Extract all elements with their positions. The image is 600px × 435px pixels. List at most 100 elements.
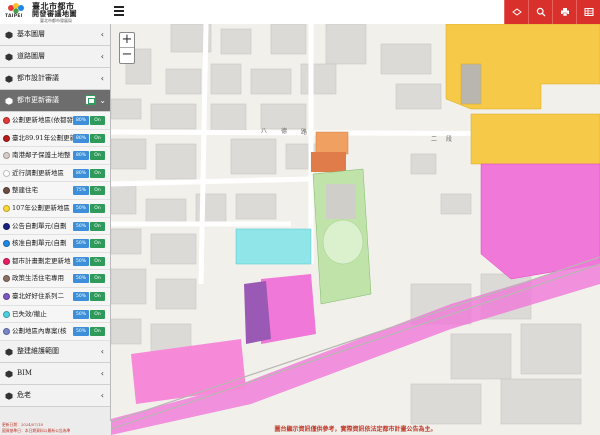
app-subtitle: 臺北市都市發展局 — [40, 18, 72, 23]
chevron-right-icon: ‹ — [100, 346, 104, 356]
layer-row[interactable]: 整建住宅 75% On — [0, 182, 110, 200]
category-label: 基本圖層 — [17, 30, 45, 38]
layer-color-swatch — [3, 275, 10, 283]
sidebar-footer: 更新日期：2024/07/18 圖資基準日：本日期資料以最新公告為準 — [0, 421, 111, 435]
layer-opacity-button[interactable]: 80% — [73, 116, 89, 125]
layer-on-toggle[interactable]: On — [90, 239, 105, 249]
layer-opacity-button[interactable]: 50% — [73, 291, 89, 301]
layer-on-toggle[interactable]: On — [90, 116, 105, 125]
layer-cube-icon — [5, 31, 13, 39]
layer-row[interactable]: 政策生活住宅專用 50% On — [0, 270, 110, 288]
layer-on-toggle[interactable]: On — [90, 309, 105, 319]
layer-opacity-button[interactable]: 80% — [73, 168, 89, 178]
app-header: TAIPEI 臺北市都市 開發審議地圖 臺北市都市發展局 — [0, 0, 600, 24]
road-label: 路 — [301, 129, 308, 136]
layer-opacity-button[interactable]: 50% — [73, 274, 89, 284]
layer-name: 已失效/撤止 — [12, 309, 47, 318]
map-canvas[interactable]: + − 八 德 路 二 段 圖台顯示資訊僅供參考，實際資訊依法定都市計畫公告為主… — [111, 24, 600, 435]
category-label: 都市設計審議 — [17, 74, 59, 82]
layer-color-swatch — [3, 292, 10, 300]
layer-color-swatch — [3, 152, 10, 160]
layer-on-toggle[interactable]: On — [90, 327, 105, 337]
layer-opacity-button[interactable]: 80% — [73, 151, 89, 161]
chevron-right-icon: ‹ — [100, 74, 104, 83]
layer-name: 政策生活住宅專用 — [12, 274, 64, 283]
search-button[interactable] — [528, 0, 552, 24]
layer-row[interactable]: 臺北89.91年公劃更新 80% On — [0, 130, 110, 148]
category-road-layers[interactable]: 道路圖層 ‹ — [0, 46, 110, 68]
zoom-in-button[interactable]: + — [120, 33, 134, 48]
logo-caption: TAIPEI — [5, 14, 23, 19]
layer-opacity-button[interactable]: 75% — [73, 186, 89, 196]
toggle-all-layers-icon[interactable] — [85, 95, 96, 105]
layer-row[interactable]: 公劃更新地區(依都發局 80% On — [0, 112, 110, 130]
layer-row[interactable]: 公告自劃單元(自劃 50% On — [0, 218, 110, 236]
layer-on-toggle[interactable]: On — [90, 203, 105, 213]
zoom-control: + − — [119, 32, 135, 64]
layer-name: 公告自劃單元(自劃 — [12, 221, 67, 230]
layer-on-toggle[interactable]: On — [90, 221, 105, 231]
category-label: BIM — [17, 368, 33, 377]
grid-button[interactable] — [576, 0, 600, 24]
hamburger-menu-icon[interactable] — [114, 6, 124, 16]
layer-on-toggle[interactable]: On — [90, 186, 105, 196]
chevron-right-icon: ‹ — [100, 30, 104, 39]
layer-name: 臺北89.91年公劃更新 — [12, 133, 74, 142]
chevron-right-icon: ‹ — [100, 368, 104, 378]
layer-cube-icon — [5, 370, 13, 378]
layer-on-toggle[interactable]: On — [90, 168, 105, 178]
taipei-logo[interactable]: TAIPEI 臺北市都市 開發審議地圖 臺北市都市發展局 — [2, 1, 112, 24]
layer-row[interactable]: 近行調劃更新地區 80% On — [0, 165, 110, 183]
layer-on-toggle[interactable]: On — [90, 274, 105, 284]
category-dangerous-old-buildings[interactable]: 危老 ‹ — [0, 384, 110, 407]
layer-row[interactable]: 公劃地區內專案(核 50% On — [0, 323, 110, 341]
layer-sidebar: 基本圖層 ‹ 道路圖層 ‹ 都市設計審議 ‹ 都市更新審議 ⌄ 公劃更新地區(依… — [0, 24, 111, 435]
layer-name: 近行調劃更新地區 — [12, 168, 64, 177]
category-maintenance-area[interactable]: 整建維護範圍 ‹ — [0, 340, 110, 363]
layer-opacity-button[interactable]: 50% — [73, 239, 89, 249]
map-base-layer — [111, 24, 600, 435]
layer-on-toggle[interactable]: On — [90, 291, 105, 301]
layer-cube-icon — [5, 392, 13, 400]
layer-row[interactable]: 核准自劃單元(自劃 50% On — [0, 235, 110, 253]
layer-on-toggle[interactable]: On — [90, 151, 105, 161]
layer-row[interactable]: 南港鄰子保護土地整 80% On — [0, 147, 110, 165]
layer-name: 都市計畫劃定更新地 — [12, 256, 71, 265]
top-toolbar — [504, 0, 600, 24]
layer-opacity-button[interactable]: 80% — [73, 133, 89, 143]
layers-button[interactable] — [504, 0, 528, 24]
layer-color-swatch — [3, 310, 10, 318]
layer-opacity-button[interactable]: 50% — [73, 203, 89, 213]
category-urban-renewal-review[interactable]: 都市更新審議 ⌄ — [0, 90, 110, 112]
layer-color-swatch — [3, 117, 10, 124]
layer-color-swatch — [3, 240, 10, 248]
road-label: 二 — [431, 136, 438, 143]
layer-cube-icon — [5, 75, 13, 83]
layer-opacity-button[interactable]: 50% — [73, 221, 89, 231]
layer-color-swatch — [3, 187, 10, 195]
layer-on-toggle[interactable]: On — [90, 133, 105, 143]
layer-cube-icon — [5, 97, 13, 105]
layer-on-toggle[interactable]: On — [90, 256, 105, 266]
category-label: 危老 — [17, 390, 31, 399]
layer-cube-icon — [5, 348, 13, 356]
taipei-logo-mark — [8, 3, 24, 14]
layer-opacity-button[interactable]: 50% — [73, 327, 89, 337]
layer-row[interactable]: 臺北好好住系列二 50% On — [0, 288, 110, 306]
zoom-out-button[interactable]: − — [120, 48, 134, 63]
category-label: 都市更新審議 — [17, 96, 59, 104]
category-urban-design-review[interactable]: 都市設計審議 ‹ — [0, 68, 110, 90]
layer-color-swatch — [3, 169, 10, 177]
layer-row[interactable]: 107年公劃更新地區 50% On — [0, 200, 110, 218]
category-bim[interactable]: BIM ‹ — [0, 362, 110, 385]
layer-row[interactable]: 已失效/撤止 50% On — [0, 306, 110, 324]
category-basic-layers[interactable]: 基本圖層 ‹ — [0, 24, 110, 46]
layer-name: 南港鄰子保護土地整 — [12, 151, 71, 160]
layer-row[interactable]: 都市計畫劃定更新地 50% On — [0, 253, 110, 271]
grid-icon — [584, 8, 593, 16]
layer-list: 公劃更新地區(依都發局 80% On 臺北89.91年公劃更新 80% On 南港鄰子保… — [0, 112, 110, 341]
print-button[interactable] — [552, 0, 576, 24]
layer-opacity-button[interactable]: 50% — [73, 309, 89, 319]
road-label: 八 — [261, 128, 268, 135]
layer-opacity-button[interactable]: 50% — [73, 256, 89, 266]
